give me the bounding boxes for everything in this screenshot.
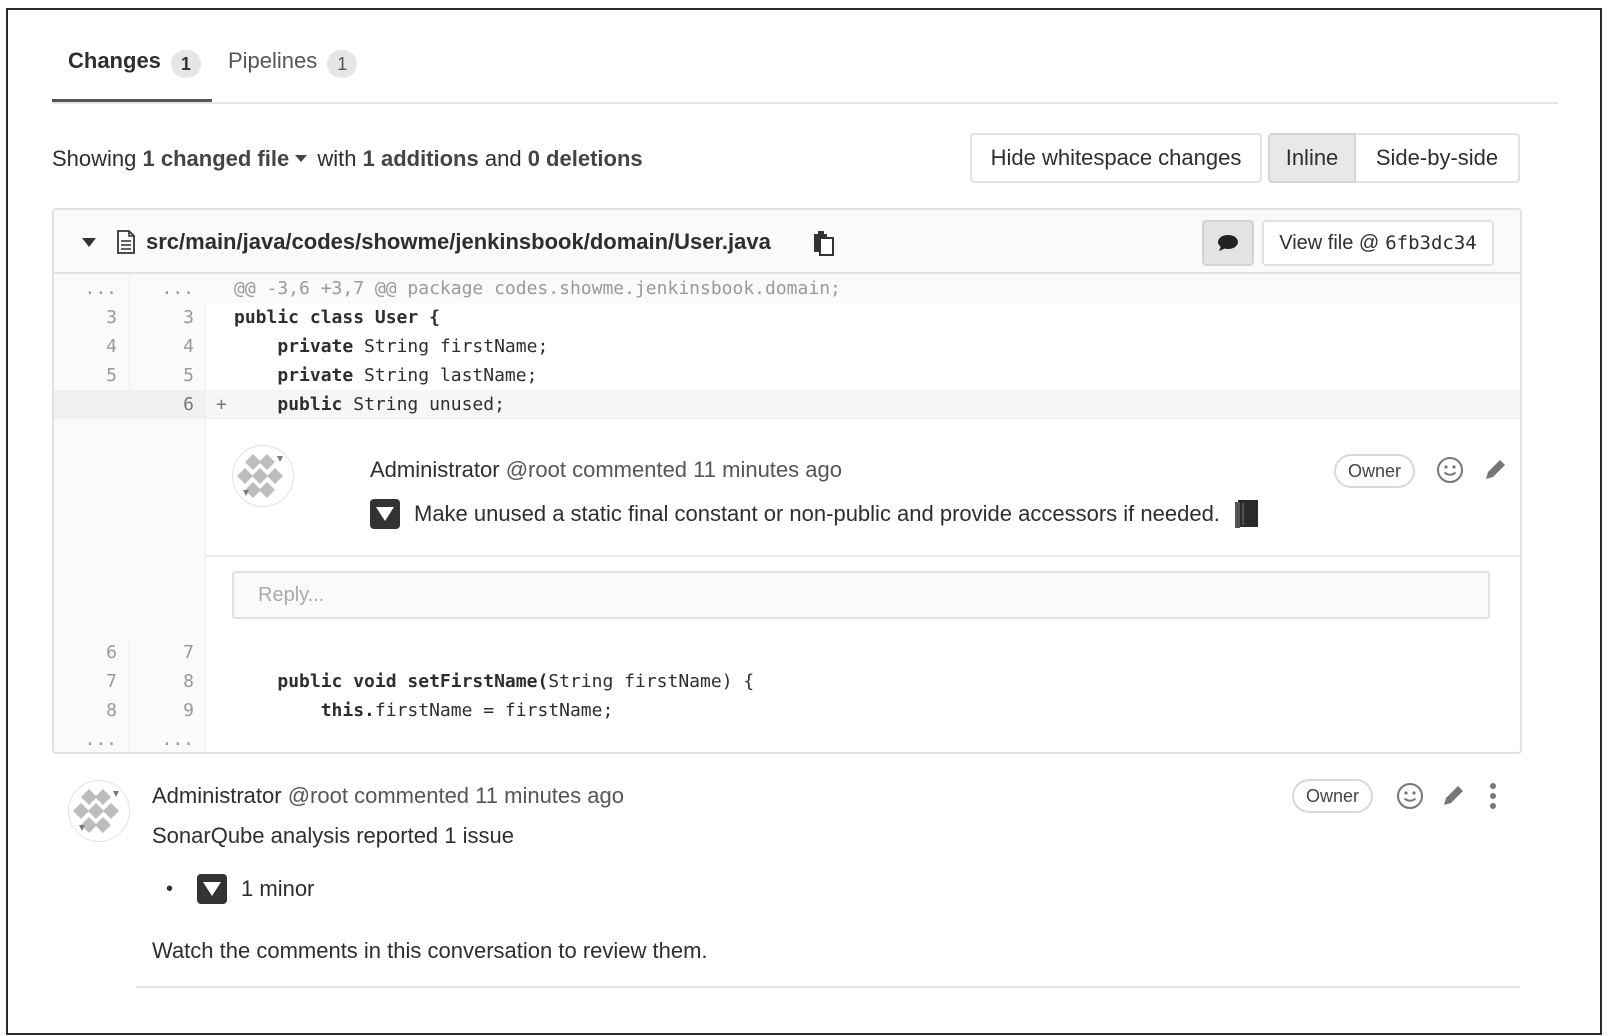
- code-content: public String unused;: [277, 394, 505, 415]
- diff-line: 5 5 private String lastName;: [54, 361, 1520, 390]
- issue-list-item: • 1 minor: [166, 874, 314, 904]
- divider: [136, 986, 1520, 988]
- new-line-number: ...: [161, 278, 194, 299]
- code-content: private String firstName;: [277, 336, 549, 357]
- tab-pipelines-label: Pipelines: [228, 48, 318, 73]
- identicon: [237, 454, 283, 498]
- file-path[interactable]: src/main/java/codes/showme/jenkinsbook/d…: [146, 229, 771, 255]
- emoji-reaction-icon[interactable]: [1436, 456, 1464, 484]
- new-line-number[interactable]: 8: [130, 667, 206, 696]
- file-diff: src/main/java/codes/showme/jenkinsbook/d…: [52, 208, 1522, 754]
- side-by-side-button[interactable]: Side-by-side: [1356, 133, 1520, 183]
- diff-line: 4 4 private String firstName;: [54, 332, 1520, 361]
- old-line-number[interactable]: 5: [54, 361, 130, 390]
- file-icon: [117, 230, 135, 254]
- avatar[interactable]: [232, 445, 294, 507]
- author-name[interactable]: Administrator: [152, 783, 282, 808]
- added-marker: +: [216, 394, 227, 415]
- summary-with: with: [317, 146, 357, 171]
- diff-line: 7 8 public void setFirstName(String firs…: [54, 667, 1520, 696]
- tab-pipelines-count: 1: [327, 50, 358, 78]
- diff-line: 6 7: [54, 638, 1520, 667]
- old-line-number[interactable]: 3: [54, 303, 130, 332]
- comment-author-line: Administrator @root commented 11 minutes…: [152, 783, 624, 809]
- comment-action: commented: [354, 783, 470, 808]
- tab-bar: Changes 1 Pipelines 1: [52, 40, 1558, 104]
- new-line-number[interactable]: 9: [130, 696, 206, 725]
- comment-footer: Watch the comments in this conversation …: [152, 938, 708, 963]
- author-handle[interactable]: @root: [506, 457, 566, 482]
- code-content: this.firstName = firstName;: [320, 700, 614, 721]
- discussion-divider: [206, 555, 1520, 557]
- additions-count: 1 additions: [362, 146, 479, 171]
- expand-ellipsis[interactable]: ...: [54, 725, 130, 752]
- inline-view-button[interactable]: Inline: [1268, 133, 1356, 183]
- inline-discussion: Administrator @root commented 11 minutes…: [206, 418, 1520, 636]
- author-handle[interactable]: @root: [288, 783, 348, 808]
- new-line-number[interactable]: 6: [130, 390, 206, 419]
- file-header: src/main/java/codes/showme/jenkinsbook/d…: [54, 210, 1520, 274]
- author-name[interactable]: Administrator: [370, 457, 500, 482]
- comment-body: Make unused a static final constant or n…: [370, 499, 1260, 529]
- owner-badge: Owner: [1334, 454, 1416, 488]
- view-file-button[interactable]: View file @ 6fb3dc34: [1262, 220, 1494, 266]
- summary-showing: Showing: [52, 146, 137, 171]
- hide-whitespace-button[interactable]: Hide whitespace changes: [970, 133, 1262, 183]
- commit-sha: 6fb3dc34: [1385, 232, 1477, 254]
- issue-count: 1 minor: [241, 876, 315, 901]
- diff-line: 3 3 public class User {: [54, 303, 1520, 332]
- old-line-number[interactable]: [54, 390, 130, 419]
- deletions-count: 0 deletions: [527, 146, 643, 171]
- tab-changes-label: Changes: [68, 48, 161, 73]
- old-line-number[interactable]: 4: [54, 332, 130, 361]
- old-line-number: ...: [54, 274, 130, 303]
- old-line-number[interactable]: 8: [54, 696, 130, 725]
- comment-text: Make unused a static final constant or n…: [414, 501, 1220, 526]
- comment-time[interactable]: 11 minutes ago: [693, 457, 842, 482]
- new-line-number[interactable]: 4: [130, 332, 206, 361]
- minor-severity-icon: [370, 499, 400, 529]
- reply-input[interactable]: Reply...: [232, 571, 1490, 619]
- changed-files-dropdown[interactable]: 1 changed file: [143, 146, 290, 171]
- new-line-number[interactable]: 7: [130, 638, 206, 667]
- book-icon[interactable]: [1234, 499, 1260, 529]
- emoji-reaction-icon[interactable]: [1396, 782, 1424, 810]
- new-line-number[interactable]: 3: [130, 303, 206, 332]
- code-content: public class User {: [234, 307, 440, 328]
- tab-changes-count: 1: [170, 50, 201, 78]
- comment-time[interactable]: 11 minutes ago: [475, 783, 624, 808]
- identicon: [73, 789, 119, 833]
- avatar[interactable]: [68, 780, 130, 842]
- diff-expand-row[interactable]: ... ...: [54, 725, 1520, 752]
- diff-line: 8 9 this.firstName = firstName;: [54, 696, 1520, 725]
- tab-pipelines[interactable]: Pipelines 1: [228, 48, 358, 102]
- collapse-toggle-icon[interactable]: [82, 238, 96, 247]
- owner-badge: Owner: [1292, 779, 1374, 813]
- diff-line-added: 6 + public String unused;: [54, 390, 1520, 419]
- view-file-label: View file @: [1279, 231, 1380, 254]
- old-line-number[interactable]: 7: [54, 667, 130, 696]
- code-content: public void setFirstName(String firstNam…: [277, 671, 755, 692]
- comment-action: commented: [572, 457, 688, 482]
- expand-ellipsis[interactable]: ...: [130, 725, 206, 752]
- toggle-comments-button[interactable]: [1202, 220, 1254, 266]
- comment-intro: SonarQube analysis reported 1 issue: [152, 823, 514, 848]
- comment-author-line: Administrator @root commented 11 minutes…: [370, 457, 842, 483]
- code-content: private String lastName;: [277, 365, 538, 386]
- edit-pencil-icon[interactable]: [1440, 783, 1466, 809]
- bullet: •: [166, 877, 174, 900]
- hunk-header: @@ -3,6 +3,7 @@ package codes.showme.jen…: [234, 278, 841, 299]
- tab-changes[interactable]: Changes 1: [52, 48, 212, 102]
- chevron-down-icon[interactable]: [295, 155, 308, 163]
- old-line-number[interactable]: 6: [54, 638, 130, 667]
- diff-summary: Showing 1 changed file with 1 additions …: [52, 146, 643, 172]
- edit-pencil-icon[interactable]: [1482, 457, 1508, 483]
- more-actions-icon[interactable]: [1488, 781, 1498, 811]
- new-line-number[interactable]: 5: [130, 361, 206, 390]
- copy-icon[interactable]: [812, 230, 836, 256]
- comment-bubble-icon: [1218, 235, 1238, 251]
- hunk-header-row: ... ... @@ -3,6 +3,7 @@ package codes.sh…: [54, 274, 1520, 303]
- summary-and: and: [484, 146, 522, 171]
- minor-severity-icon: [197, 874, 228, 904]
